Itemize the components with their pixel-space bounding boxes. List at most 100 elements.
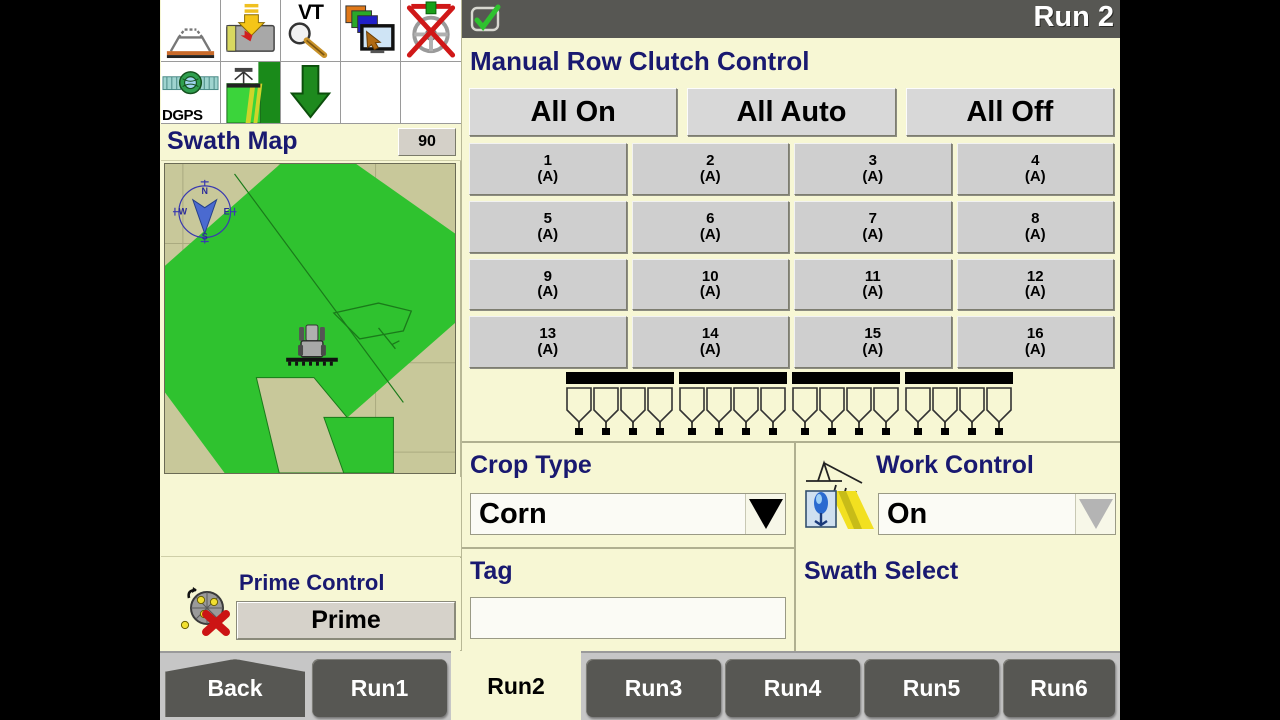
svg-text:E: E xyxy=(224,207,230,217)
row-clutch-button[interactable]: 1 (A) xyxy=(469,143,627,195)
chevron-down-icon-disabled xyxy=(1075,494,1115,534)
right-panel: Run 2 Manual Row Clutch Control All On A… xyxy=(462,0,1120,653)
row-clutch-button[interactable]: 11 (A) xyxy=(794,258,952,311)
lower-fields-area: Crop Type Corn Work Control On Tag Swath… xyxy=(462,441,1120,653)
tab-run3[interactable]: Run3 xyxy=(586,659,721,717)
row-number: 15 xyxy=(864,325,882,343)
implement-width-icon[interactable] xyxy=(161,0,221,62)
row-number: 16 xyxy=(1026,325,1044,343)
row-number: 1 xyxy=(543,152,552,170)
swath-map-canvas[interactable]: N S E W xyxy=(164,163,456,474)
row-number: 6 xyxy=(706,209,715,227)
window-titlebar: Run 2 xyxy=(462,0,1120,38)
work-control-label: Work Control xyxy=(876,451,1034,479)
row-clutch-button[interactable]: 3 (A) xyxy=(794,143,952,195)
crop-type-value: Corn xyxy=(479,497,547,530)
swath-map-header: Swath Map 90 xyxy=(161,124,461,161)
all-on-button[interactable]: All On xyxy=(469,88,678,136)
row-number: 10 xyxy=(701,267,719,285)
row-state: (A) xyxy=(537,283,559,301)
swath-select-label: Swath Select xyxy=(804,557,959,585)
chevron-down-icon[interactable] xyxy=(745,494,785,534)
row-number: 11 xyxy=(864,267,881,285)
prime-button[interactable]: Prime xyxy=(236,601,456,640)
svg-text:W: W xyxy=(179,207,188,217)
row-clutch-button[interactable]: 16 (A) xyxy=(956,316,1114,368)
tag-label: Tag xyxy=(470,557,513,585)
row-state: (A) xyxy=(862,167,884,185)
row-state: (A) xyxy=(1024,283,1046,301)
row-clutch-button[interactable]: 15 (A) xyxy=(794,316,952,368)
row-clutch-button[interactable]: 7 (A) xyxy=(794,200,952,253)
row-clutch-button[interactable]: 10 (A) xyxy=(631,258,789,311)
row-clutch-button[interactable]: 2 (A) xyxy=(631,143,789,195)
row-state: (A) xyxy=(1024,341,1046,359)
row-number: 9 xyxy=(543,267,552,285)
field-coverage-icon[interactable] xyxy=(221,62,281,124)
row-number: 4 xyxy=(1031,152,1040,170)
prime-disabled-icon xyxy=(180,587,230,636)
crop-type-dropdown[interactable]: Corn xyxy=(470,493,786,535)
row-clutch-button[interactable]: 6 (A) xyxy=(631,200,789,253)
svg-text:N: N xyxy=(201,186,207,196)
screen-capture-icon[interactable] xyxy=(341,0,401,62)
all-auto-button[interactable]: All Auto xyxy=(687,88,896,136)
data-import-icon[interactable] xyxy=(221,0,281,62)
vt-zoom-icon[interactable]: VT xyxy=(281,0,341,62)
row-clutch-button[interactable]: 4 (A) xyxy=(956,143,1114,195)
terminal-screen: VT DGPS Swath Map 90 N S E W Prime Contr… xyxy=(160,0,1120,720)
tag-input[interactable] xyxy=(470,597,786,639)
map-scale-button[interactable]: 90 xyxy=(398,128,456,156)
global-clutch-buttons: All On All Auto All Off xyxy=(469,88,1114,136)
prime-control-title: Prime Control xyxy=(239,570,385,595)
row-clutch-button[interactable]: 13 (A) xyxy=(469,316,627,368)
row-number: 13 xyxy=(539,325,557,343)
tag-field: Tag xyxy=(462,549,794,653)
empty-slot-2 xyxy=(401,62,461,124)
row-state: (A) xyxy=(1024,225,1046,243)
row-clutch-button[interactable]: 8 (A) xyxy=(956,200,1114,253)
autosteer-disabled-icon[interactable] xyxy=(401,0,461,62)
crop-type-label: Crop Type xyxy=(470,451,592,479)
tab-run4[interactable]: Run4 xyxy=(725,659,860,717)
map-spacer-area xyxy=(161,477,461,557)
window-title: Run 2 xyxy=(1033,1,1114,33)
row-number: 7 xyxy=(868,209,877,227)
back-button[interactable]: Back xyxy=(165,659,305,717)
row-state: (A) xyxy=(537,225,559,243)
row-number: 14 xyxy=(701,325,719,343)
row-clutch-button[interactable]: 5 (A) xyxy=(469,200,627,253)
all-off-button[interactable]: All Off xyxy=(905,88,1114,136)
row-state: (A) xyxy=(862,341,884,359)
swath-select-field: Swath Select xyxy=(796,549,1120,653)
ok-check-icon[interactable] xyxy=(470,4,502,34)
work-control-implement-icon xyxy=(805,460,874,529)
work-control-field: Work Control On xyxy=(796,443,1120,547)
tab-run1[interactable]: Run1 xyxy=(312,659,447,717)
work-control-dropdown[interactable]: On xyxy=(878,493,1116,535)
tab-run5[interactable]: Run5 xyxy=(864,659,999,717)
crop-type-field: Crop Type Corn xyxy=(462,443,794,547)
row-state: (A) xyxy=(699,283,721,301)
tab-run2-active[interactable]: Run2 xyxy=(451,651,581,720)
row-state: (A) xyxy=(699,225,721,243)
empty-slot-1 xyxy=(341,62,401,124)
icon-toolbar: VT DGPS xyxy=(161,0,461,124)
left-column: VT DGPS Swath Map 90 N S E W Prime Contr… xyxy=(160,0,462,651)
row-number: 12 xyxy=(1026,267,1044,285)
down-arrow-icon[interactable] xyxy=(281,62,341,124)
row-clutch-button[interactable]: 14 (A) xyxy=(631,316,789,368)
row-number: 3 xyxy=(868,152,877,170)
tab-run6[interactable]: Run6 xyxy=(1003,659,1115,717)
row-state: (A) xyxy=(1024,167,1046,185)
row-clutch-button[interactable]: 12 (A) xyxy=(956,258,1114,311)
prime-control-section: Prime Control Prime xyxy=(161,558,461,650)
row-number: 8 xyxy=(1031,209,1040,227)
row-state: (A) xyxy=(537,167,559,185)
row-number: 2 xyxy=(706,152,715,170)
row-state: (A) xyxy=(699,167,721,185)
implement-boom-diagram xyxy=(562,372,1017,438)
dgps-satellite-icon[interactable]: DGPS xyxy=(161,62,221,124)
row-clutch-button[interactable]: 9 (A) xyxy=(469,258,627,311)
row-number: 5 xyxy=(543,209,552,227)
